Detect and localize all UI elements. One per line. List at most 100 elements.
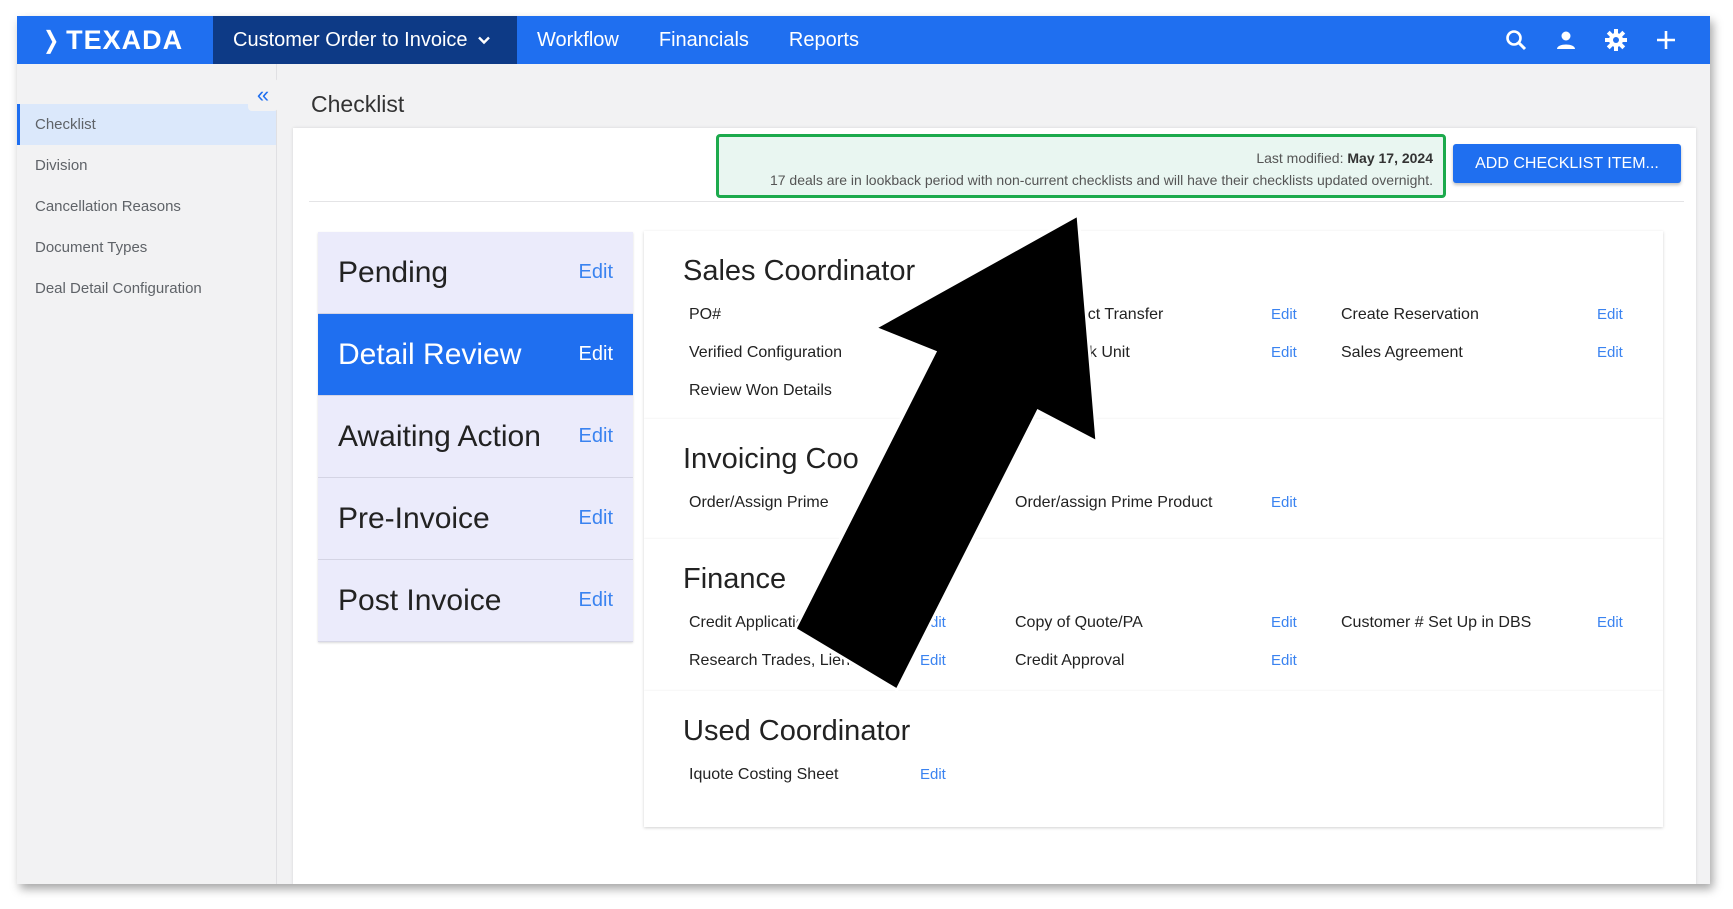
nav-actions <box>1504 28 1710 52</box>
item-label: Customer # Set Up in DBS <box>1341 614 1532 631</box>
item-label: Create Reservation <box>1341 306 1479 323</box>
item-label: nk Unit <box>1080 344 1130 361</box>
stage-edit-link[interactable]: Edit <box>579 425 613 448</box>
checklist-item: Order/assign Prime Product Edit <box>1009 494 1335 512</box>
last-modified-notice: Last modified: May 17, 2024 17 deals are… <box>716 134 1446 198</box>
add-checklist-item-button[interactable]: ADD CHECKLIST ITEM... <box>1453 144 1681 183</box>
item-edit-link[interactable]: Edit <box>1271 344 1297 361</box>
checklist-item: Review Won Details <box>683 382 1009 400</box>
lookback-message: 17 deals are in lookback period with non… <box>769 172 1433 188</box>
section-used-coordinator: Used Coordinator Iquote Costing Sheet Edi… <box>644 691 1663 827</box>
stage-name: Detail Review <box>338 337 522 371</box>
checklist-item: Customer # Set Up in DBS Edit <box>1335 614 1661 632</box>
checklist-item: Verified Configuration <box>683 344 1009 362</box>
checklist-item: Credit Applicatio Edit <box>683 614 1009 632</box>
section-title: Invoicing Coo <box>683 443 859 475</box>
item-label: Order/Assign Prime <box>689 494 829 511</box>
checklist-item: PO# <box>683 306 1009 324</box>
item-label: duct Transfer <box>1070 306 1164 323</box>
last-modified-label: Last modified: <box>1256 150 1344 166</box>
item-edit-link[interactable]: Edit <box>1271 614 1297 631</box>
section-title-start: Finance <box>683 563 787 595</box>
item-label: Copy of Quote/PA <box>1015 614 1143 631</box>
stage-edit-link[interactable]: Edit <box>579 261 613 284</box>
stage-name: Pre-Invoice <box>338 501 490 535</box>
sidebar-item-checklist[interactable]: Checklist <box>17 104 276 145</box>
stage-name: Pending <box>338 255 449 289</box>
item-edit-link[interactable]: Edit <box>1271 306 1297 323</box>
item-edit-link[interactable]: Edit <box>1597 344 1623 361</box>
double-chevron-left-icon[interactable]: « <box>248 79 278 111</box>
item-edit-link[interactable]: Edit <box>920 766 946 783</box>
chevron-down-icon <box>477 36 490 45</box>
stage-detail-review[interactable]: Detail Review Edit <box>318 314 633 396</box>
stage-awaiting-action[interactable]: Awaiting Action Edit <box>318 396 633 478</box>
item-label: Sales Agreement <box>1341 344 1463 361</box>
nav-financials[interactable]: Financials <box>639 16 769 64</box>
item-label: Review Won Details <box>689 382 832 399</box>
module-name: Customer Order to Invoice <box>233 28 468 51</box>
checklist-item: Order/Assign Prime <box>683 494 1009 512</box>
section-items: PO# duct Transfer Edit Create Reservation… <box>683 306 1663 418</box>
sidebar-item-cancellation-reasons[interactable]: Cancellation Reasons <box>17 186 276 227</box>
sidebar-item-deal-detail-configuration[interactable]: Deal Detail Configuration <box>17 268 276 309</box>
stage-edit-link[interactable]: Edit <box>579 343 613 366</box>
nav-reports[interactable]: Reports <box>769 16 879 64</box>
checklist-card: Last modified: May 17, 2024 17 deals are… <box>293 128 1696 884</box>
checklist-sections: Sales Coordinator PO# duct Transfer Edit … <box>644 231 1663 827</box>
section-finance-coordinator: Finance or Credit Applicatio Edit Copy of … <box>644 539 1663 691</box>
section-title: Sales Coordinator <box>683 255 916 287</box>
item-edit-link[interactable]: Edit <box>1597 306 1623 323</box>
nav-workflow[interactable]: Workflow <box>517 16 639 64</box>
user-icon[interactable] <box>1554 28 1578 52</box>
item-edit-link[interactable]: Edit <box>920 614 946 631</box>
checklist-item: Copy of Quote/PA Edit <box>1009 614 1335 632</box>
app-window: ❯ TEXADA Customer Order to Invoice Workfl… <box>17 16 1710 884</box>
item-label: Credit Applicatio <box>689 614 805 631</box>
stage-edit-link[interactable]: Edit <box>579 507 613 530</box>
checklist-item: Iquote Costing Sheet Edit <box>683 766 1009 784</box>
search-icon[interactable] <box>1504 28 1528 52</box>
section-title-end: or <box>922 563 948 595</box>
module-selector[interactable]: Customer Order to Invoice <box>213 16 517 64</box>
section-title: Finance or <box>683 563 1663 596</box>
section-items: Iquote Costing Sheet Edit <box>683 766 1663 802</box>
stage-list: Pending Edit Detail Review Edit Awaiting… <box>318 232 633 642</box>
checklist-item: Credit Approval Edit <box>1009 652 1335 670</box>
plus-icon[interactable] <box>1654 28 1678 52</box>
sidebar: « Checklist Division Cancellation Reason… <box>17 64 278 884</box>
section-sales-coordinator: Sales Coordinator PO# duct Transfer Edit … <box>644 231 1663 419</box>
last-modified-date: May 17, 2024 <box>1347 150 1433 166</box>
stage-pending[interactable]: Pending Edit <box>318 232 633 314</box>
item-edit-link[interactable]: Edit <box>1271 652 1297 669</box>
gear-icon[interactable] <box>1604 28 1628 52</box>
item-edit-link[interactable]: Edit <box>1271 494 1297 511</box>
checklist-item: Research Trades, Liens/Ti Edit <box>683 652 1009 670</box>
checklist-item: duct Transfer Edit <box>1009 306 1335 324</box>
top-nav: ❯ TEXADA Customer Order to Invoice Workfl… <box>17 16 1710 64</box>
checklist-item: Sales Agreement Edit <box>1335 344 1661 362</box>
sidebar-item-division[interactable]: Division <box>17 145 276 186</box>
checklist-item: nk Unit Edit <box>1009 344 1335 362</box>
checklist-item: Create Reservation Edit <box>1335 306 1661 324</box>
stage-name: Awaiting Action <box>338 419 541 453</box>
item-label: PO# <box>689 306 722 323</box>
section-invoicing-coordinator: Invoicing Coo Order/Assign Prime Order/a… <box>644 419 1663 539</box>
item-label: Credit Approval <box>1015 652 1125 669</box>
section-title: Used Coordinator <box>683 715 911 747</box>
item-label: Order/assign Prime Product <box>1015 494 1213 511</box>
page-title: Checklist <box>311 91 405 117</box>
stage-edit-link[interactable]: Edit <box>579 589 613 612</box>
logo-text: TEXADA <box>66 24 184 55</box>
logo-chevron-icon: ❯ <box>43 26 60 54</box>
item-edit-link[interactable]: Edit <box>920 652 946 669</box>
texada-logo[interactable]: ❯ TEXADA <box>17 16 213 64</box>
section-items: Order/Assign Prime Order/assign Prime Pr… <box>683 494 1663 530</box>
item-label: Research Trades, Liens/Ti <box>689 652 876 669</box>
sidebar-item-document-types[interactable]: Document Types <box>17 227 276 268</box>
item-edit-link[interactable]: Edit <box>1597 614 1623 631</box>
stage-post-invoice[interactable]: Post Invoice Edit <box>318 560 633 642</box>
item-label: Iquote Costing Sheet <box>689 766 839 783</box>
stage-pre-invoice[interactable]: Pre-Invoice Edit <box>318 478 633 560</box>
last-modified-line: Last modified: May 17, 2024 <box>727 147 1433 169</box>
